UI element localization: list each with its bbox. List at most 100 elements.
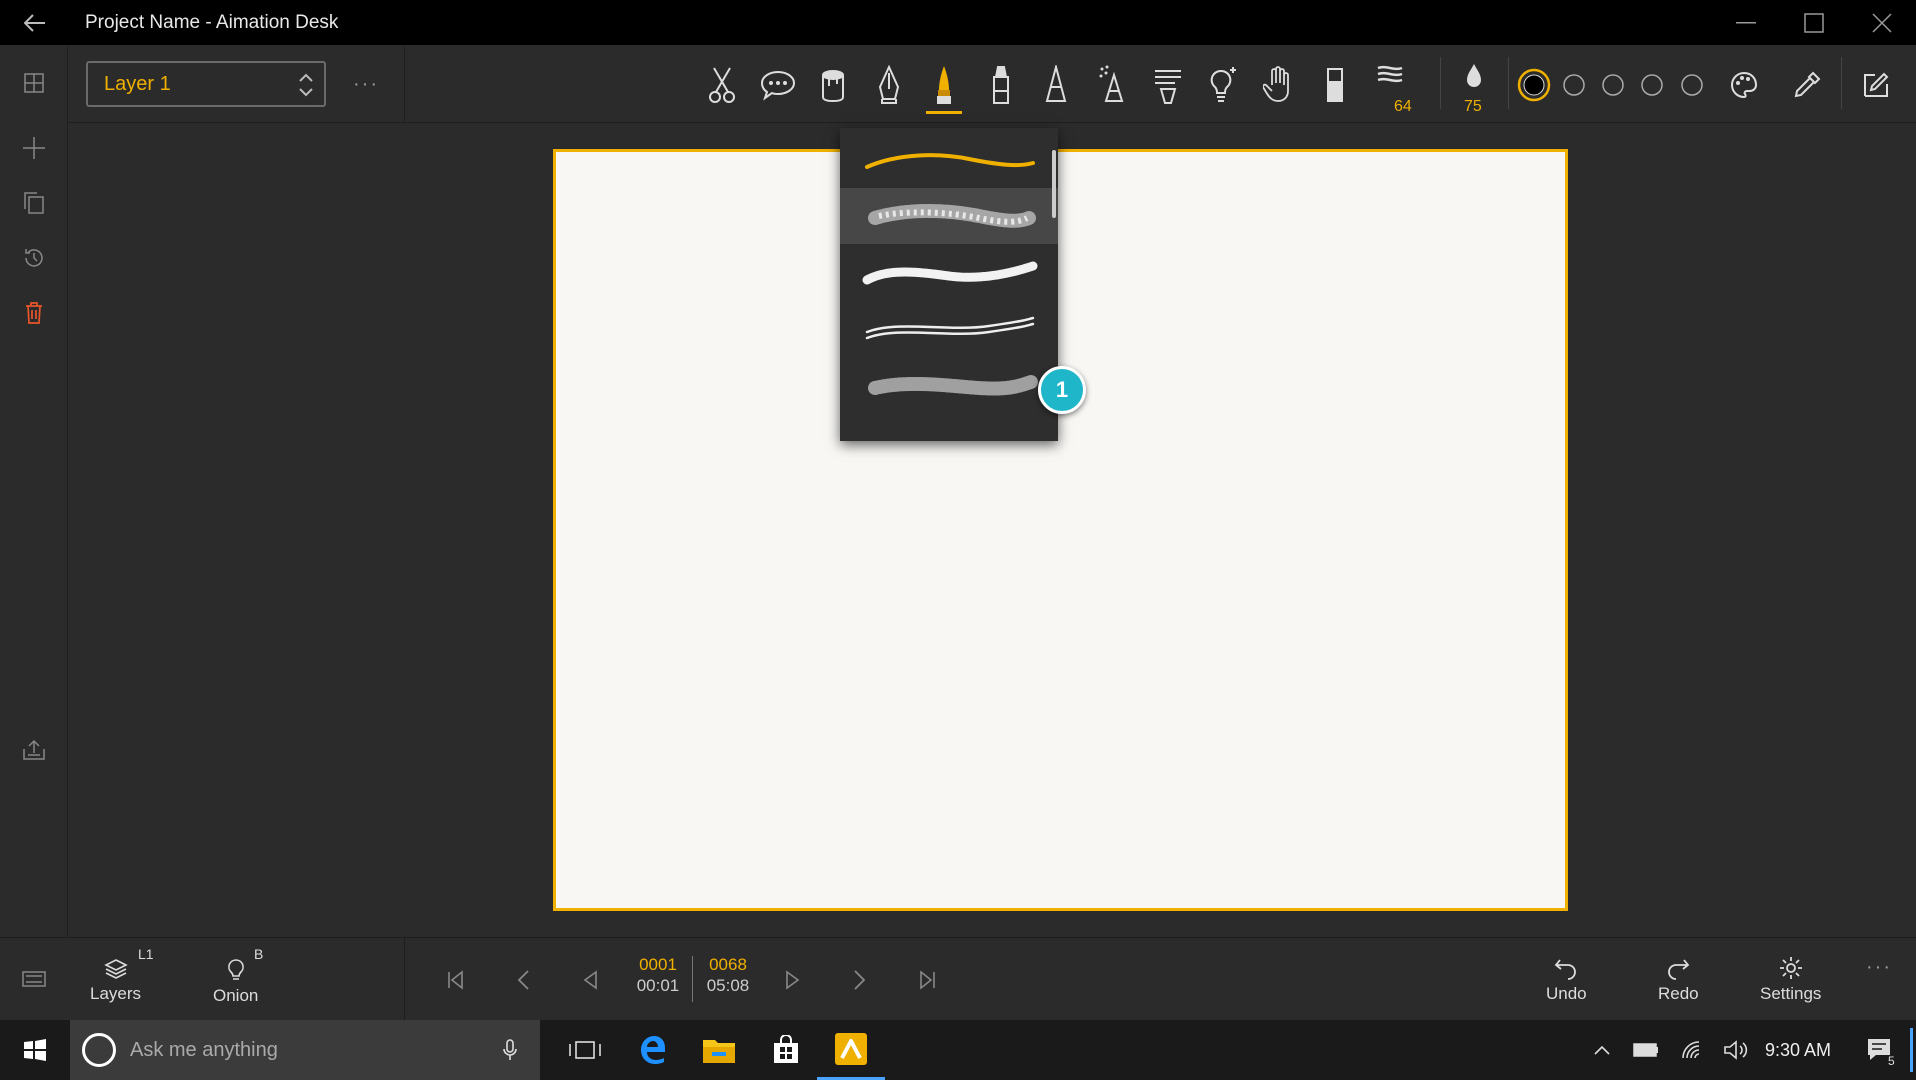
brush-stroke-double-line-icon bbox=[865, 316, 1035, 340]
onion-label: Onion bbox=[213, 986, 259, 1005]
export-button[interactable] bbox=[0, 725, 68, 775]
brush-dropdown-scrollbar[interactable] bbox=[1052, 150, 1056, 218]
hand-tool[interactable] bbox=[1254, 60, 1302, 110]
scissors-icon bbox=[709, 67, 735, 103]
file-explorer-button[interactable] bbox=[691, 1020, 747, 1080]
eyedropper-button[interactable] bbox=[1783, 60, 1831, 110]
spinner-arrows-icon bbox=[299, 73, 313, 97]
layers-button[interactable]: Layers bbox=[90, 958, 141, 1004]
trash-icon bbox=[26, 302, 42, 324]
show-hidden-icons-button[interactable] bbox=[1584, 1020, 1620, 1080]
microphone-icon[interactable] bbox=[502, 1038, 518, 1062]
light-tool[interactable] bbox=[1199, 60, 1247, 110]
smudge-icon bbox=[1155, 70, 1181, 104]
scissors-tool[interactable] bbox=[698, 60, 746, 110]
airbrush-tool[interactable] bbox=[1088, 60, 1136, 110]
settings-button[interactable]: Settings bbox=[1760, 956, 1821, 1004]
next-frame-button[interactable] bbox=[773, 960, 813, 1000]
undo-icon bbox=[1555, 959, 1577, 980]
previous-keyframe-button[interactable] bbox=[503, 960, 543, 1000]
total-frame-time: 05:08 bbox=[706, 976, 750, 995]
hand-icon bbox=[1263, 66, 1289, 102]
eyedropper-icon bbox=[1794, 71, 1821, 98]
layers-shortcut: L1 bbox=[138, 946, 154, 962]
previous-frame-button[interactable] bbox=[570, 960, 610, 1000]
bottom-more-button[interactable]: ··· bbox=[1866, 956, 1892, 979]
color-swatch-empty-icon bbox=[1681, 74, 1703, 96]
total-frame-number: 0068 bbox=[709, 955, 747, 974]
close-button[interactable] bbox=[1848, 0, 1916, 45]
redo-button[interactable]: Redo bbox=[1658, 956, 1699, 1004]
brush-option-rough[interactable] bbox=[840, 244, 1058, 300]
network-button[interactable] bbox=[1674, 1020, 1710, 1080]
stroke-size-button[interactable] bbox=[1366, 51, 1414, 101]
maximize-button[interactable] bbox=[1780, 0, 1848, 45]
airbrush-icon bbox=[1099, 65, 1124, 102]
store-button[interactable] bbox=[758, 1020, 814, 1080]
brush-option-smooth[interactable] bbox=[840, 132, 1058, 188]
stroke-width-icon bbox=[1377, 65, 1403, 83]
edge-browser-button[interactable] bbox=[625, 1020, 681, 1080]
filmstrip-button[interactable] bbox=[0, 954, 68, 1004]
layers-icon bbox=[103, 959, 128, 979]
first-frame-button[interactable] bbox=[436, 960, 476, 1000]
next-keyframe-button[interactable] bbox=[840, 960, 880, 1000]
speech-bubble-tool[interactable] bbox=[754, 60, 802, 110]
show-desktop-button[interactable] bbox=[1910, 1028, 1913, 1072]
canvas-settings-button[interactable] bbox=[1852, 60, 1900, 110]
clock[interactable]: 9:30 AM bbox=[1765, 1020, 1831, 1080]
eraser-tool[interactable] bbox=[1311, 60, 1359, 110]
brush-stroke-rough-icon bbox=[862, 261, 1038, 285]
color-swatch-5[interactable] bbox=[1668, 60, 1716, 110]
opacity-value: 75 bbox=[1464, 98, 1482, 115]
layer-select[interactable]: Layer 1 bbox=[86, 61, 326, 107]
undo-button[interactable]: Undo bbox=[1546, 956, 1587, 1004]
brush-option-chalk[interactable] bbox=[840, 188, 1058, 244]
eraser-icon bbox=[1327, 68, 1343, 102]
brush-stroke-smooth-icon bbox=[865, 153, 1035, 169]
history-button[interactable] bbox=[0, 233, 68, 283]
grid-view-button[interactable] bbox=[0, 58, 68, 108]
animation-desk-taskbar-button[interactable] bbox=[817, 1020, 885, 1080]
window-title: Project Name - Aimation Desk bbox=[85, 11, 339, 33]
onion-button[interactable]: Onion bbox=[213, 958, 258, 1006]
fountain-pen-tool[interactable] bbox=[865, 60, 913, 110]
marker-tool[interactable] bbox=[977, 60, 1025, 110]
stroke-size-value: 64 bbox=[1394, 98, 1412, 115]
notification-count: 5 bbox=[1888, 1054, 1895, 1068]
add-frame-button[interactable] bbox=[0, 123, 68, 173]
battery-button[interactable] bbox=[1628, 1020, 1664, 1080]
palette-button[interactable] bbox=[1720, 60, 1768, 110]
opacity-button[interactable] bbox=[1450, 51, 1498, 101]
layer-more-button[interactable]: ··· bbox=[353, 73, 379, 96]
brush-option-double-line[interactable] bbox=[840, 300, 1058, 356]
speaker-icon bbox=[1724, 1040, 1748, 1060]
volume-button[interactable] bbox=[1718, 1020, 1754, 1080]
minimize-button[interactable] bbox=[1712, 0, 1780, 45]
bucket-tool[interactable] bbox=[809, 60, 857, 110]
pencil-tool[interactable] bbox=[1032, 60, 1080, 110]
drawing-canvas[interactable] bbox=[553, 149, 1568, 911]
brush-option-spray[interactable] bbox=[840, 356, 1058, 412]
delete-frame-button[interactable] bbox=[0, 288, 68, 338]
speech-bubble-icon bbox=[760, 70, 796, 101]
brush-tool[interactable] bbox=[920, 60, 968, 114]
plus-icon bbox=[23, 137, 45, 159]
skip-to-start-icon bbox=[448, 970, 463, 990]
duplicate-frame-button[interactable] bbox=[0, 178, 68, 228]
bottom-bar: Layers L1 Onion B 0001 00:01 0068 05:08 … bbox=[0, 937, 1916, 1021]
smudge-tool[interactable] bbox=[1144, 60, 1192, 110]
start-button[interactable] bbox=[0, 1020, 70, 1080]
battery-icon bbox=[1633, 1043, 1658, 1057]
task-view-button[interactable] bbox=[557, 1020, 613, 1080]
color-swatch-selected-icon bbox=[1517, 68, 1551, 102]
current-frame-time: 00:01 bbox=[636, 976, 680, 995]
undo-label: Undo bbox=[1546, 984, 1587, 1003]
current-frame-display: 0001 00:01 bbox=[630, 954, 686, 996]
back-button[interactable] bbox=[0, 0, 70, 45]
action-center-button[interactable]: 5 bbox=[1858, 1020, 1902, 1080]
pencil-icon bbox=[1045, 65, 1067, 102]
search-box[interactable]: Ask me anything bbox=[70, 1020, 540, 1080]
last-frame-button[interactable] bbox=[907, 960, 947, 1000]
export-icon bbox=[23, 739, 45, 760]
